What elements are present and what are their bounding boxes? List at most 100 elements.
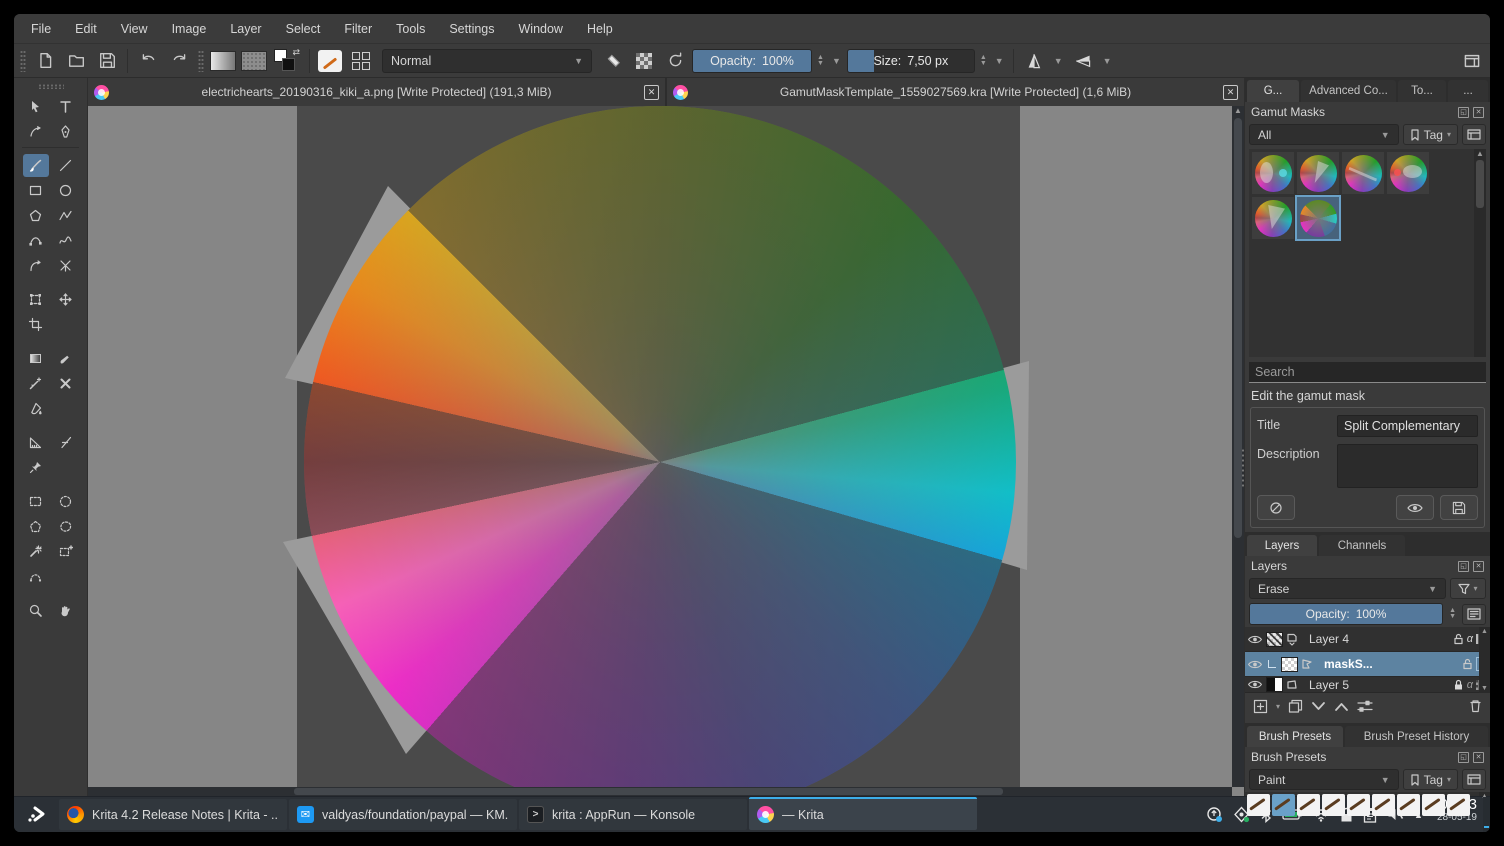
gamut-tag-filter-select[interactable]: All ▼: [1249, 124, 1399, 145]
hscroll-thumb[interactable]: [293, 788, 1004, 795]
tool-polyline[interactable]: [53, 204, 79, 227]
visibility-eye-icon[interactable]: [1247, 679, 1263, 690]
docker-tab-gamut[interactable]: G...: [1247, 80, 1299, 102]
visibility-eye-icon[interactable]: [1247, 634, 1263, 645]
move-layer-down-button[interactable]: [1311, 701, 1326, 712]
move-layer-up-button[interactable]: [1334, 701, 1349, 712]
tool-contiguous-select[interactable]: [23, 540, 49, 563]
brush-preset-thumb[interactable]: [1297, 794, 1320, 816]
cancel-mask-button[interactable]: [1257, 495, 1295, 520]
mask-preset-atmospheric-triad[interactable]: [1252, 152, 1294, 194]
menu-tools[interactable]: Tools: [385, 18, 436, 40]
gamut-mask-artwork[interactable]: [88, 106, 1232, 787]
pattern-chooser-button[interactable]: [240, 48, 268, 74]
layer-row-layer4[interactable]: Layer 4 α: [1245, 627, 1490, 652]
tool-colorize-mask[interactable]: [23, 372, 49, 395]
tool-crop[interactable]: [23, 313, 49, 336]
choose-brush-preset-button[interactable]: [347, 48, 375, 74]
add-layer-caret[interactable]: ▾: [1276, 702, 1280, 711]
tool-select-shapes[interactable]: [23, 95, 49, 118]
brush-preset-thumb[interactable]: [1422, 794, 1445, 816]
mask-title-input[interactable]: [1337, 415, 1478, 437]
add-layer-button[interactable]: [1253, 699, 1268, 714]
blending-mode-select[interactable]: Normal ▼: [382, 48, 592, 73]
visibility-eye-icon[interactable]: [1247, 659, 1263, 670]
brush-tag-filter-select[interactable]: Paint ▼: [1249, 769, 1399, 790]
task-krita-active[interactable]: — Krita: [749, 797, 977, 830]
open-document-button[interactable]: [62, 48, 90, 74]
layer-row-layer5[interactable]: Layer 5 α: [1245, 677, 1490, 693]
edit-brush-settings-button[interactable]: [316, 48, 344, 74]
task-konsole[interactable]: > krita : AppRun — Konsole: [519, 799, 747, 830]
layer-row-mask-selected[interactable]: maskS... α: [1245, 652, 1490, 677]
tool-measure[interactable]: [23, 431, 49, 454]
tool-edit-shapes[interactable]: [23, 120, 49, 143]
scroll-up-icon[interactable]: ▲: [1234, 106, 1242, 116]
brush-preset-thumb[interactable]: [1372, 794, 1395, 816]
delete-layer-button[interactable]: [1469, 699, 1482, 713]
tool-rect-select[interactable]: [23, 490, 49, 513]
mask-description-input[interactable]: [1337, 444, 1478, 488]
size-options-caret[interactable]: ▼: [992, 56, 1007, 66]
panel-splitter-handle[interactable]: [1241, 448, 1245, 488]
preserve-alpha-button[interactable]: [630, 48, 658, 74]
menu-settings[interactable]: Settings: [438, 18, 505, 40]
mask-preset-split-complementary[interactable]: [1295, 195, 1341, 241]
canvas-vertical-scrollbar[interactable]: ▲: [1232, 106, 1244, 787]
save-mask-button[interactable]: [1440, 495, 1478, 520]
opacity-options-caret[interactable]: ▼: [829, 56, 844, 66]
tool-similar-select[interactable]: [53, 540, 79, 563]
lock-open-icon[interactable]: [1462, 658, 1473, 670]
duplicate-layer-button[interactable]: [1288, 699, 1303, 714]
tool-polygon-select[interactable]: [23, 515, 49, 538]
layer-properties-button[interactable]: [1462, 603, 1486, 625]
gamut-tag-button[interactable]: Tag ▾: [1402, 124, 1458, 145]
tool-gradient[interactable]: [23, 347, 49, 370]
task-kmail[interactable]: ✉ valdyas/foundation/paypal — KM...: [289, 799, 517, 830]
brush-preset-thumb[interactable]: [1322, 794, 1345, 816]
menu-window[interactable]: Window: [508, 18, 574, 40]
layer-opacity-spinner[interactable]: ▲ ▼: [1447, 607, 1458, 620]
tab-channels[interactable]: Channels: [1319, 535, 1405, 556]
tool-ellipse-select[interactable]: [53, 490, 79, 513]
brush-preset-thumb-selected[interactable]: [1272, 794, 1295, 816]
tool-pan[interactable]: [53, 599, 79, 622]
tool-text[interactable]: [53, 95, 79, 118]
layer-blending-mode-select[interactable]: Erase ▼: [1249, 578, 1446, 599]
docker-tab-advanced-color[interactable]: Advanced Co...: [1301, 80, 1396, 102]
new-document-button[interactable]: [31, 48, 59, 74]
float-docker-icon[interactable]: ◱: [1458, 560, 1469, 572]
tool-multibrush[interactable]: [53, 254, 79, 277]
reload-preset-button[interactable]: [661, 48, 689, 74]
close-tab-2-button[interactable]: ✕: [1223, 84, 1238, 100]
canvas-viewport[interactable]: ▲: [88, 106, 1244, 796]
choose-workspace-button[interactable]: [1458, 48, 1486, 74]
menu-filter[interactable]: Filter: [333, 18, 383, 40]
close-docker-icon[interactable]: ✕: [1473, 106, 1484, 118]
save-button[interactable]: [93, 48, 121, 74]
eraser-mode-button[interactable]: [599, 48, 627, 74]
brush-preset-thumb[interactable]: [1397, 794, 1420, 816]
tool-ellipse[interactable]: [53, 179, 79, 202]
gamut-search-input[interactable]: [1249, 362, 1486, 383]
tool-zoom[interactable]: [23, 599, 49, 622]
tool-color-sampler[interactable]: [53, 347, 79, 370]
close-docker-icon[interactable]: ✕: [1473, 560, 1484, 572]
fg-bg-color-button[interactable]: ⇄: [271, 47, 303, 74]
brush-preset-thumb[interactable]: [1447, 794, 1470, 816]
brush-display-settings-button[interactable]: [1462, 769, 1486, 790]
undo-button[interactable]: [134, 48, 162, 74]
tool-bezier-curve[interactable]: [23, 229, 49, 252]
tab-brush-preset-history[interactable]: Brush Preset History: [1345, 726, 1488, 747]
tool-rectangle[interactable]: [23, 179, 49, 202]
updates-icon[interactable]: [1206, 806, 1223, 823]
alpha-icon[interactable]: α: [1467, 679, 1473, 691]
tab-brush-presets[interactable]: Brush Presets: [1247, 726, 1343, 747]
opacity-slider[interactable]: Opacity: 100%: [692, 48, 812, 73]
tool-move[interactable]: [53, 288, 79, 311]
mask-preset-dominant-hue[interactable]: [1387, 152, 1429, 194]
preview-mask-button[interactable]: [1396, 495, 1434, 520]
toolbar-drag-handle-2[interactable]: [198, 49, 204, 72]
size-spinner[interactable]: ▲ ▼: [978, 54, 989, 67]
tool-reference-images[interactable]: [23, 456, 49, 479]
